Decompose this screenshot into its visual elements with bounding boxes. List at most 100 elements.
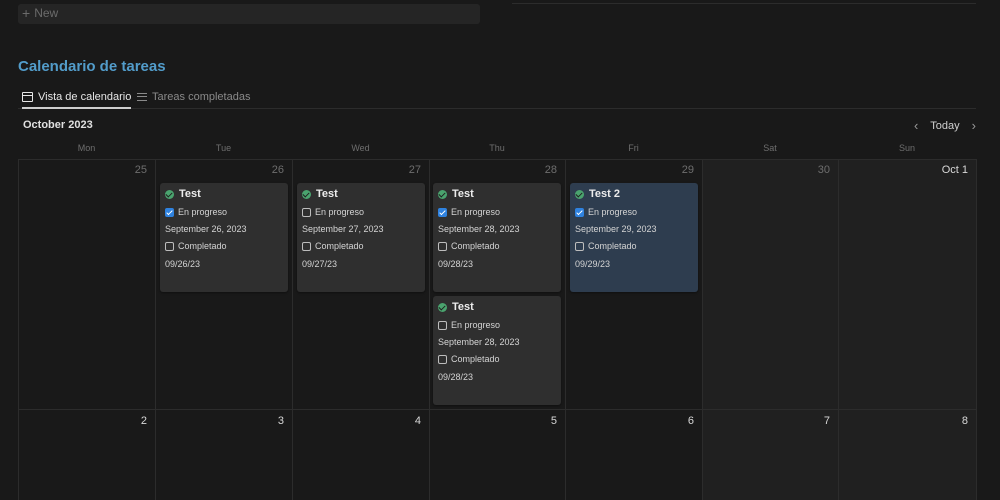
card-title: Test [438, 301, 474, 313]
chevron-left-icon[interactable]: ‹ [914, 118, 918, 133]
day-number[interactable]: 4 [381, 415, 421, 427]
checkbox[interactable] [438, 207, 447, 217]
card-title-text: Test 2 [589, 188, 620, 200]
task-card[interactable]: Test En progreso September 28, 2023 Complet… [433, 183, 561, 292]
checkbox[interactable] [302, 207, 311, 217]
calendar-icon [22, 91, 33, 102]
date-property-text: September 28, 2023 [438, 224, 520, 234]
short-date-property: 09/29/23 [575, 259, 610, 269]
weekend-cell [702, 159, 838, 500]
completed-property-text: Completado [315, 241, 364, 251]
weekday-header: Sat [763, 143, 777, 153]
day-number[interactable]: Oct 1 [928, 164, 968, 176]
date-property-text: September 29, 2023 [575, 224, 657, 234]
chevron-right-icon[interactable]: › [972, 118, 976, 133]
task-card[interactable]: Test 2 En progreso September 29, 2023 Compl… [570, 183, 698, 292]
day-number[interactable]: 3 [244, 415, 284, 427]
grid-line [838, 159, 839, 500]
date-property: September 26, 2023 [165, 224, 247, 234]
card-title-text: Test [452, 301, 474, 313]
short-date-property: 09/28/23 [438, 259, 473, 269]
day-number[interactable]: 7 [790, 415, 830, 427]
day-number[interactable]: 5 [517, 415, 557, 427]
in-progress-property: En progreso [438, 320, 500, 330]
day-number[interactable]: 30 [790, 164, 830, 176]
checkbox[interactable] [165, 207, 174, 217]
tab-completed-tasks[interactable]: Tareas completadas [137, 86, 250, 107]
card-title-text: Test [179, 188, 201, 200]
in-progress-property: En progreso [438, 207, 500, 217]
status-check-icon [165, 189, 174, 199]
weekday-header: Wed [351, 143, 370, 153]
in-progress-property-text: En progreso [451, 207, 501, 217]
task-card[interactable]: Test En progreso September 28, 2023 Complet… [433, 296, 561, 405]
in-progress-property: En progreso [575, 207, 637, 217]
short-date-property: 09/28/23 [438, 372, 473, 382]
in-progress-property: En progreso [302, 207, 364, 217]
weekend-cell [838, 159, 976, 500]
new-item-bar[interactable]: + New [18, 4, 480, 24]
new-button[interactable]: + New [22, 6, 58, 20]
day-number[interactable]: 2 [107, 415, 147, 427]
day-number[interactable]: 27 [381, 164, 421, 176]
divider [512, 3, 976, 4]
grid-line [292, 159, 293, 500]
date-property: September 27, 2023 [302, 224, 384, 234]
grid-line [565, 159, 566, 500]
weekday-header: Thu [489, 143, 505, 153]
card-title: Test [165, 188, 201, 200]
short-date-property: 09/26/23 [165, 259, 200, 269]
card-title: Test [438, 188, 474, 200]
date-property: September 29, 2023 [575, 224, 657, 234]
month-label: October 2023 [23, 119, 93, 131]
tab-calendar-view[interactable]: Vista de calendario [22, 86, 132, 109]
completed-property-text: Completado [588, 241, 637, 251]
view-tabs: Vista de calendario Tareas completadas [18, 86, 976, 109]
short-date-property-text: 09/27/23 [302, 259, 338, 269]
day-number[interactable]: 29 [654, 164, 694, 176]
checkbox[interactable] [438, 320, 447, 330]
completed-property: Completado [438, 241, 500, 251]
task-card[interactable]: Test En progreso September 27, 2023 Complet… [297, 183, 425, 292]
status-check-icon [438, 302, 447, 312]
checkbox[interactable] [165, 241, 174, 251]
day-number[interactable]: 25 [107, 164, 147, 176]
date-property-text: September 27, 2023 [302, 224, 384, 234]
grid-line [702, 159, 703, 500]
completed-property-text: Completado [178, 241, 227, 251]
today-button[interactable]: Today [930, 120, 959, 132]
weekday-header: Sun [898, 143, 915, 153]
date-property: September 28, 2023 [438, 337, 520, 347]
date-property-text: September 26, 2023 [165, 224, 247, 234]
grid-line [429, 159, 430, 500]
task-card[interactable]: Test En progreso September 26, 2023 Complet… [160, 183, 288, 292]
short-date-property-text: 09/28/23 [438, 259, 474, 269]
date-property-text: September 28, 2023 [438, 337, 520, 347]
short-date-property-text: 09/29/23 [575, 259, 611, 269]
checkbox[interactable] [575, 241, 584, 251]
short-date-property-text: 09/28/23 [438, 372, 474, 382]
checkbox[interactable] [438, 354, 447, 364]
card-title-text: Test [452, 188, 474, 200]
checkbox[interactable] [438, 241, 447, 251]
day-number[interactable]: 28 [517, 164, 557, 176]
day-number[interactable]: 26 [244, 164, 284, 176]
day-number[interactable]: 8 [928, 415, 968, 427]
in-progress-property-text: En progreso [315, 207, 365, 217]
weekday-header: Mon [77, 143, 96, 153]
day-number[interactable]: 6 [654, 415, 694, 427]
card-title-text: Test [316, 188, 338, 200]
tab-label: Vista de calendario [38, 90, 132, 103]
in-progress-property: En progreso [165, 207, 227, 217]
grid-line [18, 159, 976, 160]
date-property: September 28, 2023 [438, 224, 520, 234]
in-progress-property-text: En progreso [178, 207, 228, 217]
status-check-icon [575, 189, 584, 199]
calendar-nav: ‹ Today › [914, 118, 976, 133]
checkbox[interactable] [302, 241, 311, 251]
plus-icon: + [22, 5, 31, 21]
grid-line [18, 409, 976, 410]
new-button-label: New [34, 6, 59, 20]
grid-line [18, 159, 19, 500]
checkbox[interactable] [575, 207, 584, 217]
